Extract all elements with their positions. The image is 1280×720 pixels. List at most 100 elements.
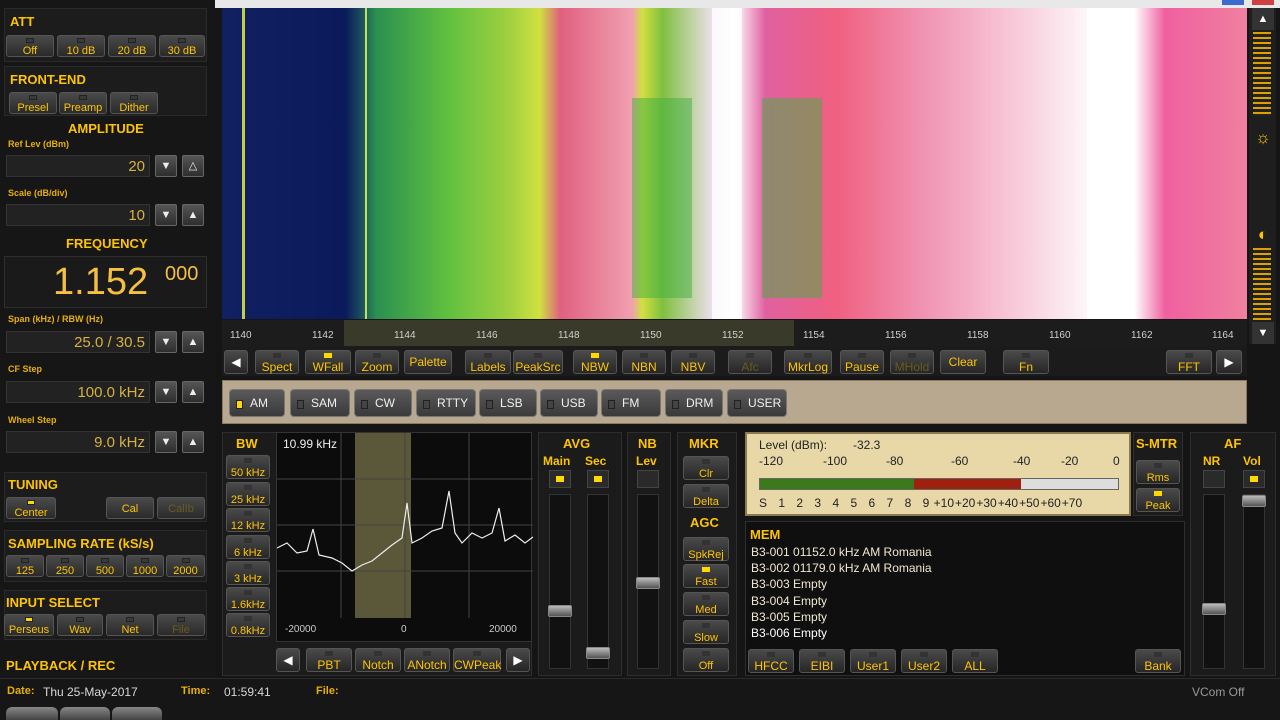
att-off-button[interactable]: Off [6, 35, 54, 57]
scroll-up-button[interactable]: ▲ [1252, 8, 1274, 30]
center-button[interactable]: Center [6, 497, 56, 519]
att-10db-button[interactable]: 10 dB [57, 35, 105, 57]
playback-rec-button[interactable] [112, 707, 162, 720]
avg-sec-led[interactable] [587, 470, 609, 488]
cfstep-down-button[interactable]: ▼ [155, 381, 177, 403]
perseus-button[interactable]: Perseus [4, 614, 54, 636]
filter-spectrum[interactable]: 10.99 kHz -20000 0 20000 [276, 432, 533, 642]
scale-up-button[interactable]: ▲ [182, 204, 204, 226]
mode-fm-button[interactable]: FM [601, 389, 661, 417]
af-vol-slider[interactable] [1242, 494, 1266, 669]
mem-item[interactable]: B3-006 Empty [751, 626, 827, 640]
mem-item[interactable]: B3-005 Empty [751, 610, 827, 624]
af-vol-led[interactable] [1243, 470, 1265, 488]
bw-3k-button[interactable]: 3 kHz [226, 561, 270, 585]
slider-knob[interactable] [636, 577, 660, 589]
span-field[interactable]: 25.0 / 30.5 [6, 331, 150, 353]
agc-spkrej-button[interactable]: SpkRej [683, 537, 729, 561]
smtr-rms-button[interactable]: Rms [1136, 460, 1180, 484]
wheel-down-button[interactable]: ▼ [155, 431, 177, 453]
window-button-icon[interactable] [1222, 0, 1244, 5]
filter-right-arrow[interactable]: ▶ [506, 648, 530, 672]
net-button[interactable]: Net [106, 614, 154, 636]
af-nr-led[interactable] [1203, 470, 1225, 488]
clear-button[interactable]: Clear [940, 350, 986, 374]
mkr-clr-button[interactable]: Clr [683, 456, 729, 480]
rate-500-button[interactable]: 500 [86, 555, 124, 577]
waterfall-display[interactable] [222, 8, 1247, 319]
dither-button[interactable]: Dither [110, 92, 158, 114]
pause-button[interactable]: Pause [840, 350, 884, 374]
notch-button[interactable]: Notch [355, 648, 401, 672]
mem-all-button[interactable]: ALL [952, 649, 998, 673]
span-down-button[interactable]: ▼ [155, 331, 177, 353]
agc-med-button[interactable]: Med [683, 592, 729, 616]
nbw-button[interactable]: NBW [573, 350, 617, 374]
mkrlog-button[interactable]: MkrLog [784, 350, 832, 374]
avg-sec-slider[interactable] [586, 494, 610, 669]
agc-slow-button[interactable]: Slow [683, 620, 729, 644]
cfstep-field[interactable]: 100.0 kHz [6, 381, 150, 403]
mkr-delta-button[interactable]: Delta [683, 484, 729, 508]
frequency-axis[interactable]: 1140 1142 1144 1146 1148 1150 1152 1154 … [222, 320, 1247, 346]
contrast-icon[interactable]: ◐ [1253, 225, 1273, 245]
span-up-button[interactable]: ▲ [182, 331, 204, 353]
mem-user1-button[interactable]: User1 [850, 649, 896, 673]
agc-off-button[interactable]: Off [683, 648, 729, 672]
palette-slider[interactable] [1253, 248, 1271, 320]
labels-button[interactable]: Labels [465, 350, 511, 374]
ref-level-down-button[interactable]: ▼ [155, 155, 177, 177]
mem-item[interactable]: B3-003 Empty [751, 577, 827, 591]
mode-lsb-button[interactable]: LSB [479, 389, 537, 417]
slider-knob[interactable] [548, 605, 572, 617]
att-30db-button[interactable]: 30 dB [159, 35, 205, 57]
wheel-up-button[interactable]: ▲ [182, 431, 204, 453]
avg-main-slider[interactable] [548, 494, 572, 669]
slider-knob[interactable] [1242, 495, 1266, 507]
fn-button[interactable]: Fn [1003, 350, 1049, 374]
smtr-peak-button[interactable]: Peak [1136, 488, 1180, 512]
file-button[interactable]: File [157, 614, 205, 636]
preamp-button[interactable]: Preamp [59, 92, 107, 114]
palette-button[interactable]: Palette [404, 350, 452, 374]
slider-knob[interactable] [586, 647, 610, 659]
bw-50k-button[interactable]: 50 kHz [226, 455, 270, 479]
playback-stop-button[interactable] [6, 707, 58, 720]
frequency-display[interactable]: 1.152 000 [4, 256, 207, 308]
rate-125-button[interactable]: 125 [6, 555, 44, 577]
mode-user-button[interactable]: USER [727, 389, 787, 417]
nb-led[interactable] [637, 470, 659, 488]
wav-button[interactable]: Wav [57, 614, 103, 636]
fft-button[interactable]: FFT [1166, 350, 1212, 374]
zoom-button[interactable]: Zoom [355, 350, 399, 374]
filter-left-arrow[interactable]: ◀ [276, 648, 300, 672]
mem-hfcc-button[interactable]: HFCC [748, 649, 794, 673]
mem-item[interactable]: B3-001 01152.0 kHz AM Romania [751, 545, 932, 559]
rate-1000-button[interactable]: 1000 [126, 555, 164, 577]
mem-bank-button[interactable]: Bank [1135, 649, 1181, 673]
mode-rtty-button[interactable]: RTTY [416, 389, 476, 417]
scale-down-button[interactable]: ▼ [155, 204, 177, 226]
cwpeak-button[interactable]: CWPeak [453, 648, 501, 672]
nb-level-slider[interactable] [636, 494, 660, 669]
bw-1k6-button[interactable]: 1.6kHz [226, 587, 270, 611]
att-20db-button[interactable]: 20 dB [108, 35, 156, 57]
mhold-button[interactable]: MHold [890, 350, 934, 374]
presel-button[interactable]: Presel [9, 92, 57, 114]
toolbar-right-arrow[interactable]: ▶ [1216, 350, 1242, 374]
mode-sam-button[interactable]: SAM [290, 389, 350, 417]
bw-6k-button[interactable]: 6 kHz [226, 535, 270, 559]
mode-cw-button[interactable]: CW [354, 389, 412, 417]
avg-main-led[interactable] [549, 470, 571, 488]
rate-2000-button[interactable]: 2000 [166, 555, 205, 577]
bw-0k8-button[interactable]: 0.8kHz [226, 613, 270, 637]
afc-button[interactable]: Afc [728, 350, 772, 374]
brightness-icon[interactable]: ☼ [1253, 128, 1273, 148]
mem-user2-button[interactable]: User2 [901, 649, 947, 673]
cfstep-up-button[interactable]: ▲ [182, 381, 204, 403]
palette-slider[interactable] [1253, 32, 1271, 116]
bw-25k-button[interactable]: 25 kHz [226, 482, 270, 506]
mode-drm-button[interactable]: DRM [665, 389, 723, 417]
scale-field[interactable]: 10 [6, 204, 150, 226]
calib-button[interactable]: CalIb [157, 497, 205, 519]
